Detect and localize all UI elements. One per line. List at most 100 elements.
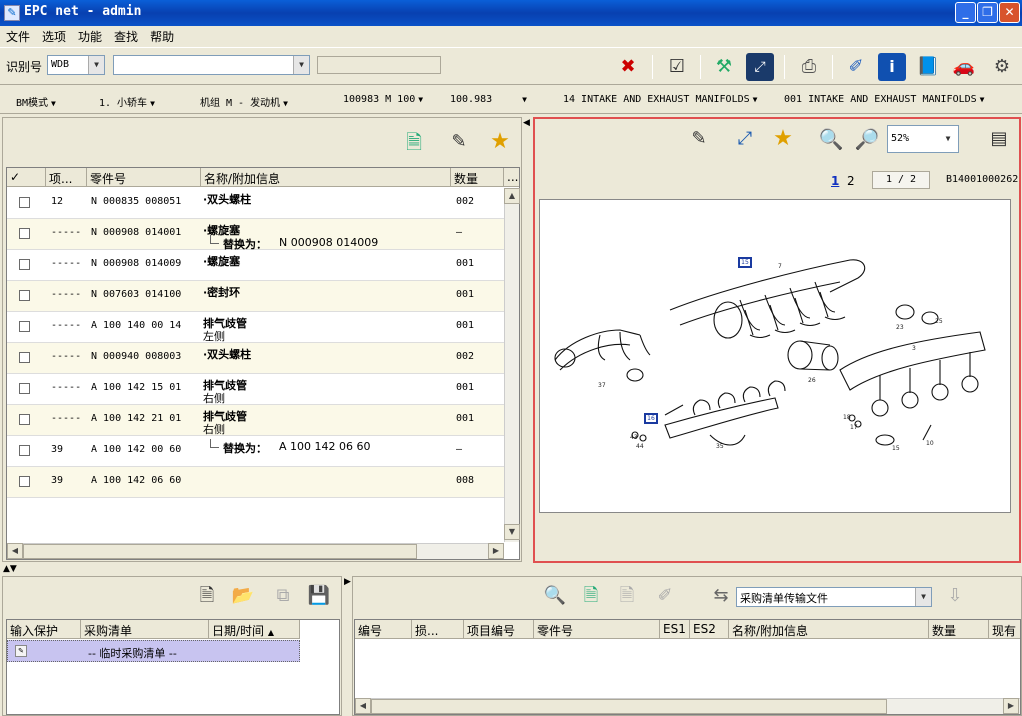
menu-function[interactable]: 功能 <box>72 26 108 45</box>
callout-17[interactable]: 17 <box>850 424 858 431</box>
parts-diagram[interactable]: 15 7 37 16 23 25 3 26 35 18 17 43 44 15 … <box>539 199 1011 513</box>
open-folder-icon[interactable]: 📂 <box>229 582 257 610</box>
col-es2[interactable]: ES2 <box>690 620 729 639</box>
hscroll-thumb[interactable] <box>371 699 887 714</box>
collapse-left-icon[interactable]: ▶ <box>344 577 351 587</box>
fit-icon[interactable]: ⤢ <box>746 53 774 81</box>
print-icon[interactable]: ⎙ <box>795 53 823 81</box>
zoom-select[interactable]: 52% ▼ <box>887 125 959 153</box>
breadcrumb-model[interactable]: 100983 M 100 ▼ <box>343 94 423 105</box>
callout-10[interactable]: 10 <box>926 440 934 447</box>
callout-18[interactable]: 18 <box>843 414 851 421</box>
hscroll-thumb[interactable] <box>23 544 417 559</box>
eraser-icon[interactable]: ✐ <box>842 53 870 81</box>
callout-37[interactable]: 37 <box>598 382 606 389</box>
page-link-2[interactable]: 2 <box>847 174 855 188</box>
vin-input[interactable]: ▼ <box>113 55 310 75</box>
vin-prefix-select[interactable]: WDB ▼ <box>47 55 105 75</box>
col-item-number[interactable]: 项目编号 <box>464 620 534 639</box>
collapse-left-icon[interactable]: ◀ <box>523 118 531 132</box>
close-button[interactable]: ✕ <box>999 2 1020 23</box>
menu-help[interactable]: 帮助 <box>144 26 180 45</box>
col-name[interactable]: 名称/附加信息 <box>201 168 451 187</box>
col-part-number[interactable]: 零件号 <box>534 620 660 639</box>
table-row[interactable]: ----- A 100 142 21 01 排气歧管 右侧 001 <box>7 405 504 436</box>
callout-25[interactable]: 25 <box>935 318 943 325</box>
settings-icon[interactable]: ⚙ <box>988 53 1016 81</box>
row-checkbox[interactable] <box>19 414 30 425</box>
checklist-icon[interactable]: ☑ <box>663 53 691 81</box>
menu-options[interactable]: 选项 <box>36 26 72 45</box>
parts-vscroll[interactable]: ▲ ▼ <box>504 188 520 542</box>
scroll-down-icon[interactable]: ▼ <box>504 524 520 540</box>
col-number[interactable]: 编号 <box>355 620 412 639</box>
scroll-left-icon[interactable]: ◀ <box>355 698 371 714</box>
zoom-in-icon[interactable]: 🔍 <box>817 125 845 153</box>
col-item[interactable]: 项... <box>46 168 87 187</box>
transfer-file-select[interactable]: 采购清单传输文件 ▼ <box>736 587 932 607</box>
col-check[interactable]: ✓ <box>7 168 46 187</box>
table-row[interactable]: 39 A 100 142 06 60 008 <box>7 467 504 498</box>
service-icon[interactable]: ⚒ <box>710 53 738 81</box>
callout-15[interactable]: 15 <box>892 445 900 452</box>
expand-icon[interactable]: ⤢ <box>731 125 759 153</box>
row-checkbox[interactable] <box>19 321 30 332</box>
row-checkbox[interactable] <box>19 445 30 456</box>
col-qty[interactable]: 数量 <box>451 168 504 187</box>
restore-button[interactable]: ❐ <box>977 2 998 23</box>
info-icon[interactable]: i <box>878 53 906 81</box>
zoom-out-icon[interactable]: 🔎 <box>853 125 881 153</box>
table-row[interactable]: ----- N 007603 014100 ·密封环 001 <box>7 281 504 312</box>
scroll-right-icon[interactable]: ▶ <box>488 543 504 559</box>
row-checkbox[interactable] <box>19 383 30 394</box>
manual-icon[interactable]: 📘 <box>914 53 942 81</box>
table-row[interactable]: ----- N 000908 014001 ·螺旋塞 替换为： N 000908 014… <box>7 219 504 251</box>
col-es1[interactable]: ES1 <box>660 620 690 639</box>
edit-note-icon[interactable]: ✎ <box>445 128 473 156</box>
page-link-1[interactable]: 1 <box>831 174 839 188</box>
col-name[interactable]: 名称/附加信息 <box>729 620 929 639</box>
breadcrumb-variant[interactable]: 100.983 ▼ <box>450 94 527 105</box>
col-protect[interactable]: 输入保护 <box>7 620 81 639</box>
transfer-icon[interactable]: ⇆ <box>707 582 735 610</box>
callout-3[interactable]: 3 <box>912 345 916 352</box>
callout-35[interactable]: 35 <box>716 443 724 450</box>
callout-44[interactable]: 44 <box>636 443 644 450</box>
scroll-right-icon[interactable]: ▶ <box>1003 698 1019 714</box>
row-checkbox[interactable] <box>19 259 30 270</box>
callout-26[interactable]: 26 <box>808 377 816 384</box>
add-document-icon[interactable]: 🗎 <box>400 128 428 156</box>
star-icon[interactable]: ★ <box>486 128 514 156</box>
menu-search[interactable]: 查找 <box>108 26 144 45</box>
col-part-number[interactable]: 零件号 <box>87 168 201 187</box>
car-icon[interactable]: 🚗 <box>950 53 978 81</box>
breadcrumb-vehicle[interactable]: 1. 小轿车 ▼ <box>99 94 155 109</box>
splitter-arrows-icon[interactable]: ▲▼ <box>3 564 17 574</box>
scroll-left-icon[interactable]: ◀ <box>7 543 23 559</box>
table-row[interactable]: ----- N 000940 008003 ·双头螺柱 002 <box>7 343 504 374</box>
table-row[interactable]: 12 N 000835 008051 ·双头螺柱 002 <box>7 188 504 219</box>
breadcrumb-sub-group[interactable]: 001 INTAKE AND EXHAUST MANIFOLDS ▼ <box>784 94 984 105</box>
row-checkbox[interactable] <box>19 290 30 301</box>
row-replace-part[interactable]: A 100 142 06 60 <box>279 440 371 453</box>
star-icon[interactable]: ★ <box>769 125 797 153</box>
row-checkbox[interactable] <box>19 228 30 239</box>
callout-43[interactable]: 43 <box>630 434 638 441</box>
callout-7[interactable]: 7 <box>778 263 782 270</box>
row-checkbox[interactable] <box>19 476 30 487</box>
menu-file[interactable]: 文件 <box>0 26 36 45</box>
col-available[interactable]: 现有 <box>989 620 1020 639</box>
row-checkbox[interactable] <box>19 352 30 363</box>
col-datetime[interactable]: 日期/时间 ▲ <box>209 620 300 639</box>
table-row[interactable]: ----- A 100 140 00 14 排气歧管 左侧 001 <box>7 312 504 343</box>
col-more[interactable]: ... <box>504 168 519 187</box>
delete-icon[interactable]: ✖ <box>614 53 642 81</box>
document-icon[interactable]: 🗎 <box>193 582 221 610</box>
table-row[interactable]: ----- A 100 142 15 01 排气歧管 右侧 001 <box>7 374 504 405</box>
minimize-button[interactable]: _ <box>955 2 976 23</box>
table-row[interactable]: ----- N 000908 014009 ·螺旋塞 001 <box>7 250 504 281</box>
breadcrumb-main-group[interactable]: 14 INTAKE AND EXHAUST MANIFOLDS ▼ <box>563 94 757 105</box>
parts-hscroll[interactable]: ◀ ▶ <box>7 543 504 559</box>
basket-row[interactable]: ✎ -- 临时采购清单 -- <box>7 640 300 662</box>
col-basket-name[interactable]: 采购清单 <box>81 620 209 639</box>
